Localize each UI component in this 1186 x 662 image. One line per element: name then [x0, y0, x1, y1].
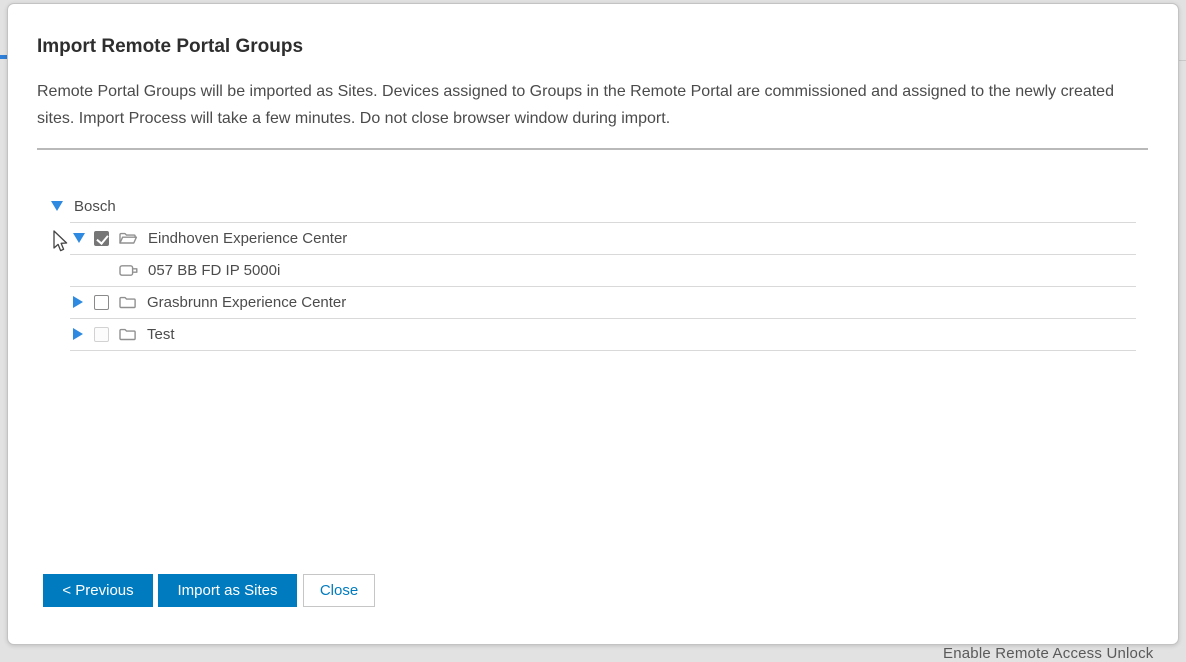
tree-group-label: Test — [147, 325, 175, 343]
triangle-down-icon — [73, 233, 85, 243]
dialog-description: Remote Portal Groups will be imported as… — [37, 83, 1114, 127]
expander-expand-icon[interactable] — [73, 295, 86, 309]
background-blue-edge-mark — [0, 55, 7, 59]
tree-row-group: Test — [8, 318, 1136, 350]
page-background: { "background": { "footer_partial_text":… — [0, 0, 1186, 662]
import-remote-portal-groups-dialog: Import Remote Portal Groups Remote Porta… — [7, 3, 1179, 645]
background-footer-partial-text: Enable Remote Access Unlock — [943, 645, 1154, 662]
expander-collapse-icon[interactable] — [73, 231, 86, 245]
import-as-sites-button[interactable]: Import as Sites — [158, 574, 297, 607]
previous-button[interactable]: < Previous — [43, 574, 153, 607]
camera-icon — [119, 264, 139, 277]
tree-group-label: Eindhoven Experience Center — [148, 229, 348, 247]
tree-row-group: Grasbrunn Experience Center — [8, 286, 1136, 318]
tree-row-device: 057 BB FD IP 5000i — [8, 254, 1136, 286]
group-checkbox-unchecked[interactable] — [94, 294, 109, 310]
close-button[interactable]: Close — [303, 574, 375, 607]
expander-expand-icon[interactable] — [73, 327, 86, 341]
group-checkbox-checked[interactable] — [94, 230, 109, 246]
dialog-title: Import Remote Portal Groups — [37, 36, 304, 57]
triangle-right-icon — [73, 328, 83, 340]
expander-collapse-icon[interactable] — [51, 199, 64, 213]
header-divider — [37, 148, 1148, 150]
triangle-down-icon — [51, 201, 63, 211]
tree-root-label: Bosch — [74, 197, 116, 215]
tree-device-label: 057 BB FD IP 5000i — [148, 261, 281, 279]
folder-icon — [118, 327, 137, 341]
row-separator — [70, 350, 1136, 351]
triangle-right-icon — [73, 296, 83, 308]
tree-row-group: Eindhoven Experience Center — [8, 222, 1136, 254]
background-divider-fragment — [1179, 60, 1186, 61]
tree-group-label: Grasbrunn Experience Center — [147, 293, 347, 311]
folder-icon — [118, 295, 137, 309]
group-checkbox-disabled — [94, 326, 109, 342]
folder-open-icon — [118, 231, 138, 245]
tree-row-root: Bosch — [8, 190, 1136, 222]
